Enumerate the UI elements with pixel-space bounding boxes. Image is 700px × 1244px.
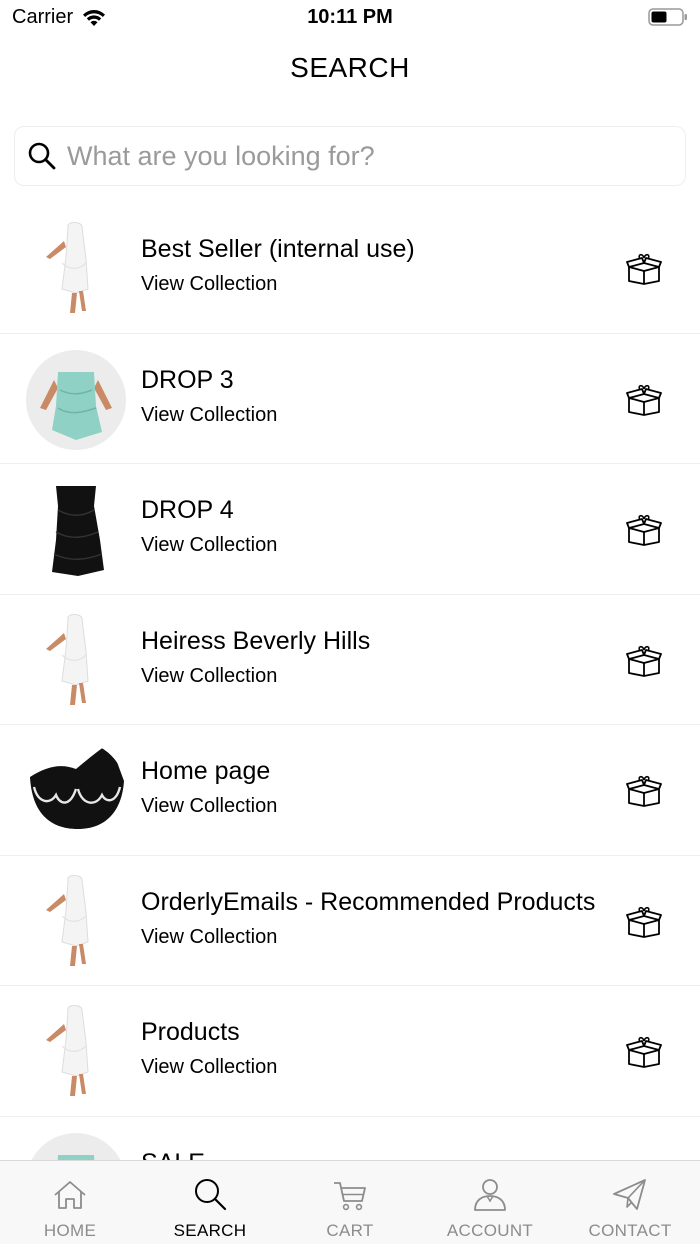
collection-thumbnail — [26, 1132, 126, 1160]
tab-search-label: SEARCH — [173, 1221, 247, 1240]
collection-thumbnail — [26, 219, 126, 319]
battery-icon — [648, 8, 687, 26]
search-bar[interactable] — [14, 126, 686, 186]
collection-thumbnail — [26, 741, 126, 841]
collection-row[interactable]: SALE View Collection — [0, 1117, 700, 1161]
status-time: 10:11 PM — [307, 6, 393, 28]
gift-box-icon[interactable] — [626, 775, 662, 807]
view-collection-link[interactable]: View Collection — [141, 404, 277, 427]
collection-title: Heiress Beverly Hills — [141, 626, 371, 655]
view-collection-link[interactable]: View Collection — [141, 1056, 277, 1079]
tab-search[interactable]: SEARCH — [140, 1161, 280, 1244]
collection-row[interactable]: DROP 4 View Collection — [0, 464, 700, 595]
collection-title: Best Seller (internal use) — [141, 235, 415, 263]
search-input[interactable] — [67, 140, 667, 172]
view-collection-link[interactable]: View Collection — [141, 926, 277, 949]
collection-title: SALE — [141, 1149, 205, 1161]
tab-home-label: HOME — [43, 1221, 97, 1240]
tab-home[interactable]: HOME — [0, 1161, 140, 1244]
account-icon — [474, 1179, 506, 1211]
collection-title: Home page — [141, 757, 271, 785]
gift-box-icon[interactable] — [626, 906, 662, 938]
collection-row[interactable]: Home page View Collection — [0, 725, 700, 856]
collection-list: Best Seller (internal use) View Collecti… — [0, 203, 700, 1160]
paper-plane-icon — [613, 1179, 646, 1210]
cart-icon — [334, 1182, 366, 1211]
view-collection-link[interactable]: View Collection — [141, 534, 277, 557]
view-collection-link[interactable]: View Collection — [141, 273, 277, 296]
tab-account[interactable]: ACCOUNT — [420, 1161, 560, 1244]
status-bar: Carrier 10:11 PM — [0, 0, 700, 36]
collection-title: DROP 4 — [141, 496, 234, 524]
collection-title: OrderlyEmails - Recommended Products — [141, 887, 596, 916]
collection-row[interactable]: DROP 3 View Collection — [0, 334, 700, 464]
tab-bar: HOME SEARCH CART ACCOUNT CONTACT — [0, 1160, 700, 1244]
collection-row[interactable]: Best Seller (internal use) View Collecti… — [0, 203, 700, 334]
tab-account-label: ACCOUNT — [446, 1221, 534, 1240]
tab-cart-label: CART — [326, 1221, 374, 1240]
collection-title: DROP 3 — [141, 365, 234, 394]
gift-box-icon[interactable] — [626, 384, 662, 416]
collection-thumbnail — [26, 480, 126, 580]
collection-row[interactable]: OrderlyEmails - Recommended Products Vie… — [0, 856, 700, 986]
collection-title: Products — [141, 1018, 240, 1046]
collection-thumbnail — [26, 610, 126, 711]
collection-row[interactable]: Products View Collection — [0, 986, 700, 1117]
home-icon — [54, 1181, 86, 1209]
collection-thumbnail — [26, 349, 126, 450]
tab-cart[interactable]: CART — [280, 1161, 420, 1244]
gift-box-icon[interactable] — [626, 1036, 662, 1068]
collection-thumbnail — [26, 1002, 126, 1102]
search-icon — [28, 142, 56, 170]
gift-box-icon[interactable] — [626, 253, 662, 285]
gift-box-icon[interactable] — [626, 645, 662, 677]
collection-thumbnail — [26, 871, 126, 972]
gift-box-icon[interactable] — [626, 514, 662, 546]
view-collection-link[interactable]: View Collection — [141, 795, 277, 818]
page-title: SEARCH — [290, 52, 410, 83]
collection-row[interactable]: Heiress Beverly Hills View Collection — [0, 595, 700, 725]
view-collection-link[interactable]: View Collection — [141, 665, 277, 688]
tab-contact-label: CONTACT — [588, 1221, 672, 1240]
tab-contact[interactable]: CONTACT — [560, 1161, 700, 1244]
search-icon — [195, 1179, 227, 1211]
